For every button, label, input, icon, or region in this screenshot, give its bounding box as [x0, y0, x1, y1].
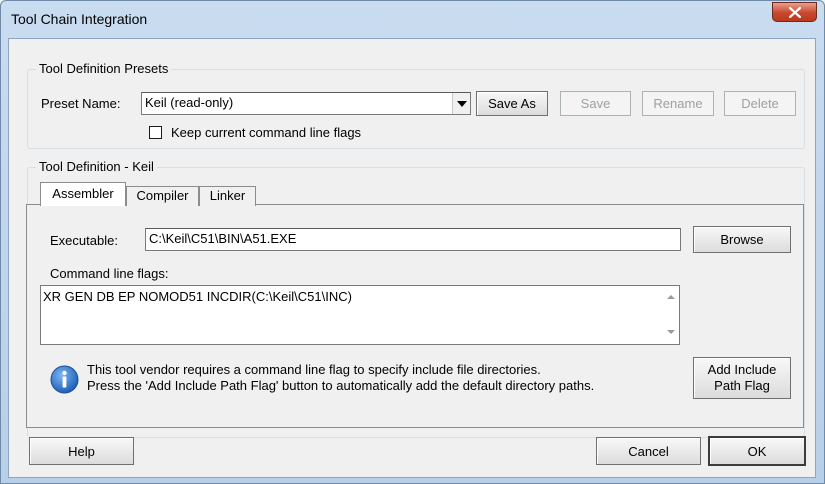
cancel-button[interactable]: Cancel: [596, 437, 701, 465]
ok-label: OK: [747, 443, 767, 459]
tab-assembler[interactable]: Assembler: [40, 182, 126, 206]
dialog-client-area: Tool Definition Presets Preset Name: Kei…: [8, 38, 816, 478]
preset-name-label: Preset Name:: [41, 96, 121, 111]
save-as-button[interactable]: Save As: [476, 91, 548, 116]
rename-button[interactable]: Rename: [642, 91, 714, 116]
preset-name-select[interactable]: Keil (read-only): [141, 92, 471, 115]
chevron-down-icon[interactable]: [452, 93, 470, 114]
add-include-line-2: Path Flag: [714, 378, 770, 393]
tool-definition-title: Tool Definition - Keil: [36, 159, 157, 174]
keep-flags-label[interactable]: Keep current command line flags: [171, 125, 361, 140]
help-button[interactable]: Help: [29, 437, 134, 465]
save-button[interactable]: Save: [560, 91, 631, 116]
rename-label: Rename: [653, 96, 703, 111]
save-as-label: Save As: [488, 96, 536, 111]
executable-value: C:\Keil\C51\BIN\A51.EXE: [149, 231, 297, 246]
save-label: Save: [580, 96, 611, 111]
info-line-2: Press the 'Add Include Path Flag' button…: [87, 378, 595, 393]
info-line-1: This tool vendor requires a command line…: [87, 362, 541, 377]
scroll-up-icon[interactable]: [667, 295, 675, 299]
executable-label: Executable:: [50, 233, 118, 248]
title-bar[interactable]: Tool Chain Integration: [1, 1, 824, 37]
preset-name-value: Keil (read-only): [145, 95, 234, 110]
presets-group-title: Tool Definition Presets: [36, 61, 172, 76]
command-flags-label: Command line flags:: [50, 266, 169, 281]
help-label: Help: [68, 443, 95, 459]
tab-linker[interactable]: Linker: [199, 186, 256, 206]
tab-compiler-label: Compiler: [136, 188, 189, 203]
scroll-down-icon[interactable]: [667, 330, 675, 334]
tab-linker-label: Linker: [209, 188, 246, 203]
ok-button[interactable]: OK: [708, 436, 806, 466]
flags-scrollbar[interactable]: [662, 286, 679, 344]
browse-label: Browse: [720, 232, 764, 247]
cancel-label: Cancel: [628, 443, 669, 459]
tab-compiler[interactable]: Compiler: [126, 186, 199, 206]
window-title: Tool Chain Integration: [11, 11, 148, 27]
delete-label: Delete: [741, 96, 779, 111]
add-include-line-1: Add Include: [707, 362, 777, 377]
dialog-window: Tool Chain Integration Tool Definition P…: [0, 0, 825, 484]
add-include-path-flag-button[interactable]: Add Include Path Flag: [693, 357, 791, 399]
close-button[interactable]: [772, 2, 817, 22]
close-icon: [789, 7, 801, 18]
tab-assembler-label: Assembler: [52, 186, 114, 201]
keep-flags-checkbox[interactable]: [149, 126, 162, 139]
executable-field[interactable]: C:\Keil\C51\BIN\A51.EXE: [145, 228, 681, 251]
browse-button[interactable]: Browse: [693, 226, 791, 253]
command-flags-value: XR GEN DB EP NOMOD51 INCDIR(C:\Keil\C51\…: [43, 289, 352, 304]
command-flags-textarea[interactable]: XR GEN DB EP NOMOD51 INCDIR(C:\Keil\C51\…: [40, 285, 680, 345]
info-icon: [50, 365, 79, 394]
delete-button[interactable]: Delete: [724, 91, 796, 116]
